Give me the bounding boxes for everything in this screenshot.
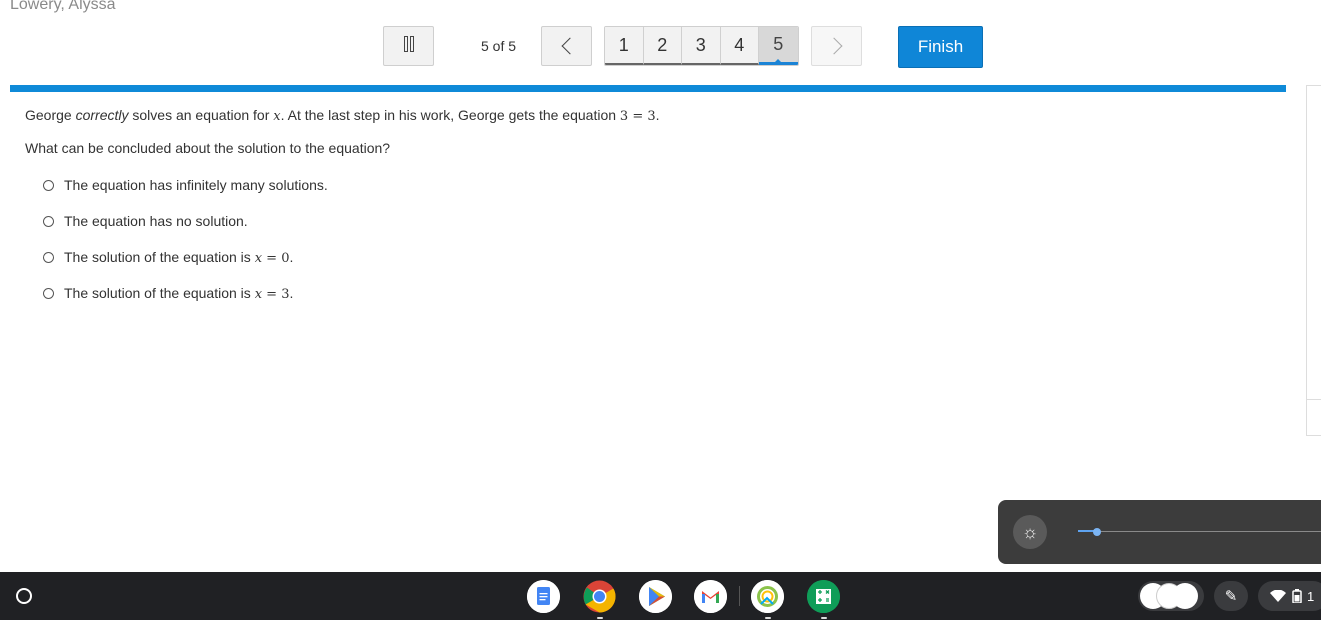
pen-icon: ✎ [1224, 588, 1238, 605]
option-label: The solution of the equation is x = 3. [64, 285, 294, 302]
radio-button[interactable] [43, 179, 54, 191]
brightness-icon[interactable]: ☼ [1013, 515, 1047, 549]
previous-button[interactable] [541, 26, 592, 66]
stylus-tools-button[interactable]: ✎ [1214, 581, 1248, 611]
equation: 3 = 3 [619, 109, 656, 124]
wifi-icon [1270, 590, 1286, 602]
question-counter: 5 of 5 [481, 38, 517, 54]
clock-text: 1 [1307, 588, 1315, 604]
page-tab-5[interactable]: 5 [759, 27, 798, 65]
answer-option-3[interactable]: The solution of the equation is x = 0. [43, 249, 293, 266]
launcher-icon[interactable] [16, 588, 32, 604]
account-avatars[interactable] [1138, 581, 1204, 611]
docs-icon[interactable] [527, 580, 560, 613]
pause-button[interactable] [383, 26, 434, 66]
brightness-slider-track[interactable] [1078, 531, 1321, 532]
answer-option-4[interactable]: The solution of the equation is x = 3. [43, 285, 293, 302]
page-tab-3[interactable]: 3 [682, 27, 721, 65]
taskbar: ✎ 1 [0, 572, 1321, 620]
answer-option-1[interactable]: The equation has infinitely many solutio… [43, 177, 328, 193]
page-tabs: 1 2 3 4 5 [604, 26, 799, 66]
chevron-left-icon [561, 37, 578, 55]
chevron-right-icon [825, 37, 842, 55]
progress-divider [10, 85, 1286, 92]
play-store-icon[interactable] [639, 580, 672, 613]
option-label: The equation has infinitely many solutio… [64, 177, 328, 193]
brightness-popup: ☼ [998, 500, 1321, 564]
radio-button[interactable] [43, 252, 54, 263]
gmail-icon[interactable] [694, 580, 727, 613]
next-button[interactable] [811, 26, 862, 66]
radio-button[interactable] [43, 288, 54, 299]
battery-icon [1292, 589, 1302, 603]
brightness-slider-thumb[interactable] [1093, 528, 1101, 536]
calculator-app-icon[interactable] [807, 580, 840, 619]
chrome-icon[interactable] [583, 580, 616, 619]
page-tab-2[interactable]: 2 [643, 27, 682, 65]
question-prompt: What can be concluded about the solution… [25, 140, 391, 156]
side-panel[interactable] [1306, 85, 1321, 436]
photos-icon[interactable] [751, 580, 784, 619]
page-tab-4[interactable]: 4 [720, 27, 759, 65]
finish-button[interactable]: Finish [898, 26, 983, 68]
option-label: The equation has no solution. [64, 213, 248, 229]
radio-button[interactable] [43, 215, 54, 227]
answer-option-2[interactable]: The equation has no solution. [43, 213, 248, 229]
page-tab-1[interactable]: 1 [605, 27, 644, 65]
status-tray[interactable]: 1 [1258, 581, 1321, 611]
user-name: Lowery, Alyssa [10, 0, 116, 13]
pause-icon [403, 35, 415, 57]
avatar [1172, 583, 1198, 609]
question-text: George correctly solves an equation for … [25, 107, 660, 124]
option-label: The solution of the equation is x = 0. [64, 249, 294, 266]
